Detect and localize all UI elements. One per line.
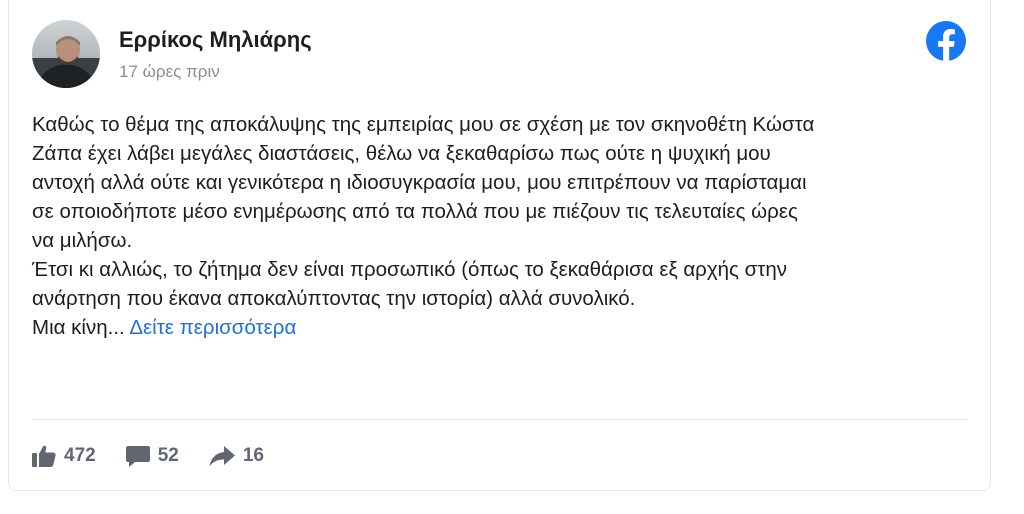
profile-photo <box>32 20 100 88</box>
share-count: 16 <box>242 445 264 466</box>
engagement-bar: 472 52 16 <box>32 440 294 472</box>
see-more-link[interactable]: Δείτε περισσότερα <box>129 316 296 339</box>
post-text-line: Ζάπα έχει λάβει μεγάλες διαστάσεις, θέλω… <box>32 142 771 165</box>
share-stat[interactable]: 16 <box>209 445 264 467</box>
post-text-line: να μιλήσω. <box>32 229 133 252</box>
post-body: Καθώς το θέμα της αποκάλυψης της εμπειρί… <box>32 110 977 342</box>
post-card: Ερρίκος Μηλιάρης 17 ώρες πριν Καθώς το θ… <box>8 0 991 491</box>
facebook-logo-icon[interactable] <box>926 21 966 61</box>
post-timestamp[interactable]: 17 ώρες πριν <box>119 62 220 82</box>
post-text-truncated-line: Μια κίνη... Δείτε περισσότερα <box>32 313 977 342</box>
comment-stat[interactable]: 52 <box>125 445 179 467</box>
truncated-text: Μια κίνη... <box>32 316 125 339</box>
post-text-line: αντοχή αλλά ούτε και γενικότερα η ιδιοσυ… <box>32 171 807 194</box>
post-text-line: ανάρτηση που έκανα αποκαλύπτοντας την ισ… <box>32 287 636 310</box>
comment-icon <box>125 446 150 467</box>
share-arrow-icon <box>209 446 235 467</box>
post-text-line: Καθώς το θέμα της αποκάλυψης της εμπειρί… <box>32 113 815 136</box>
comment-count: 52 <box>157 445 179 466</box>
divider <box>32 419 967 420</box>
post-text-line: σε οποιοδήποτε μέσο ενημέρωσης από τα πο… <box>32 200 798 223</box>
author-avatar[interactable] <box>32 20 100 88</box>
like-stat[interactable]: 472 <box>32 445 96 467</box>
post-text-line: Έτσι κι αλλιώς, το ζήτημα δεν είναι προσ… <box>32 258 787 281</box>
thumbs-up-icon <box>32 445 56 467</box>
like-count: 472 <box>64 445 96 466</box>
author-name[interactable]: Ερρίκος Μηλιάρης <box>119 27 312 53</box>
